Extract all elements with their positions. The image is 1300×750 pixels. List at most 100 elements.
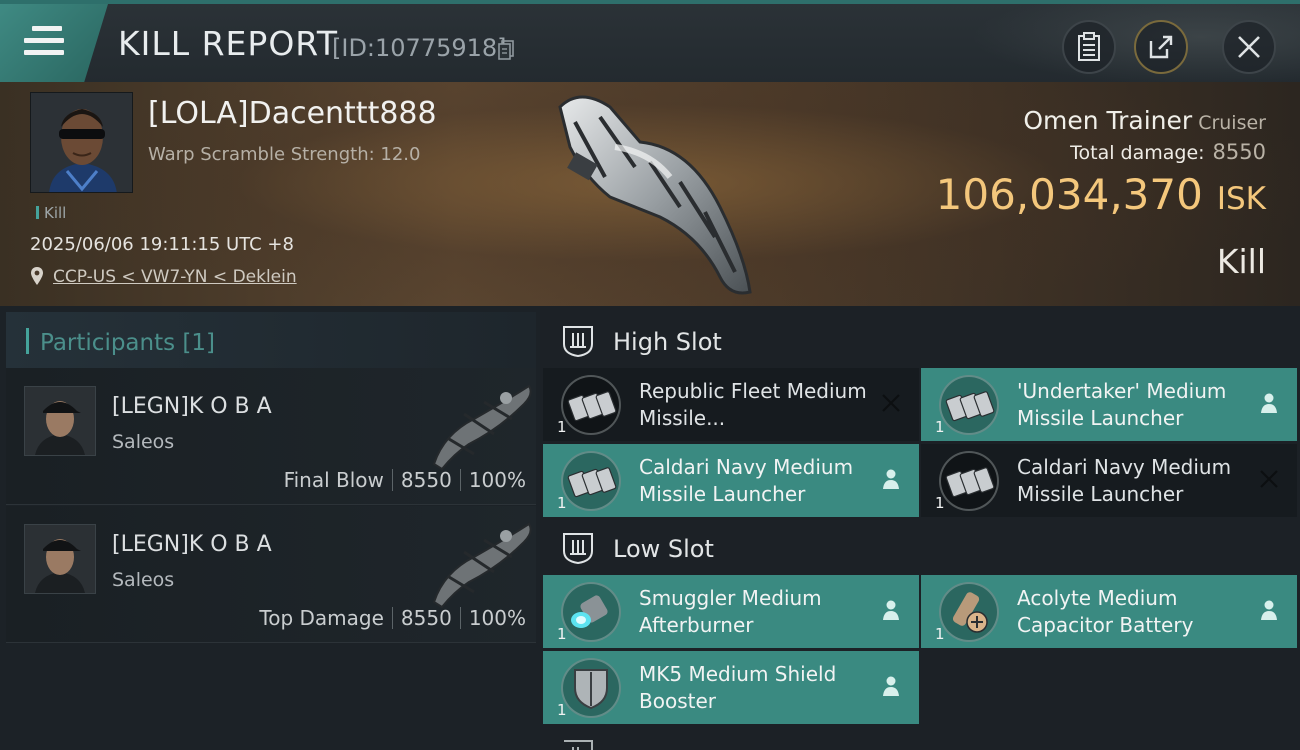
module-quantity: 1	[557, 701, 567, 719]
clipboard-button[interactable]	[1062, 20, 1116, 74]
module-name: Acolyte Medium Capacitor Battery	[1017, 586, 1194, 637]
missile-launcher-icon	[561, 375, 621, 435]
victim-pilot-name[interactable]: [LOLA]Dacenttt888	[148, 96, 437, 131]
victim-ship-image[interactable]	[540, 87, 770, 302]
participant-role: Final Blow	[283, 468, 384, 492]
kill-tag: Kill	[36, 204, 66, 222]
isk-amount: 106,034,370	[935, 170, 1203, 219]
warp-scramble-strength: Warp Scramble Strength: 12.0	[148, 144, 421, 165]
title-bar: KILL REPORT [ID:10775918]	[0, 0, 1300, 86]
isk-value: 106,034,370 ISK	[936, 170, 1266, 219]
participant-avatar[interactable]	[24, 386, 96, 456]
kill-banner: [LOLA]Dacenttt888 Warp Scramble Strength…	[0, 82, 1300, 306]
missile-launcher-icon	[939, 451, 999, 511]
next-slot-header-partial	[561, 738, 761, 750]
slot-icon	[564, 740, 593, 750]
participant-damage: 8550	[400, 468, 452, 492]
missile-launcher-icon	[561, 451, 621, 511]
page-title: KILL REPORT	[118, 24, 338, 63]
victim-ship-name[interactable]: Omen Trainer Cruiser	[1023, 106, 1266, 135]
participants-header: Participants [1]	[6, 312, 536, 370]
share-button[interactable]	[1134, 20, 1188, 74]
module-quantity: 1	[557, 418, 567, 436]
high-slot-label: High Slot	[613, 328, 722, 356]
close-icon	[1238, 36, 1260, 58]
high-slot-icon	[563, 326, 593, 358]
participants-count: [1]	[182, 330, 216, 356]
kill-datetime: 2025/06/06 19:11:15 UTC +8	[30, 234, 294, 255]
report-id: [ID:10775918]	[332, 34, 507, 62]
participant-percent: 100%	[468, 606, 526, 630]
menu-button[interactable]	[0, 4, 108, 82]
participant-avatar[interactable]	[24, 524, 96, 594]
isk-unit: ISK	[1216, 181, 1266, 217]
module-name: MK5 Medium Shield Booster	[639, 662, 837, 713]
module-item[interactable]: 1 Smuggler Medium Afterburner	[543, 575, 919, 648]
module-quantity: 1	[935, 625, 945, 643]
participant-portrait	[25, 387, 95, 455]
participants-panel: Participants [1] [LEGN]K O B A Saleos Fi…	[0, 306, 540, 750]
total-damage-label: Total damage:	[1070, 142, 1205, 164]
copy-icon[interactable]	[498, 40, 514, 60]
module-name: Caldari Navy Medium Missile Launcher	[1017, 455, 1232, 506]
victim-avatar[interactable]	[30, 92, 133, 193]
module-item[interactable]: 1 'Undertaker' Medium Missile Launcher	[921, 368, 1297, 441]
close-button[interactable]	[1222, 20, 1276, 74]
shield-booster-icon	[561, 658, 621, 718]
fitting-panel: High Slot 1 Republic Fleet Medium Missil…	[543, 306, 1300, 750]
participant-ship: Saleos	[112, 431, 175, 453]
x-mark-icon	[1260, 470, 1278, 488]
low-slot-header: Low Slot	[543, 517, 1300, 579]
participants-label: Participants	[40, 330, 176, 356]
module-item[interactable]: 1 Caldari Navy Medium Missile Launcher	[921, 444, 1297, 517]
person-icon	[1261, 600, 1277, 620]
total-damage: Total damage: 8550	[1070, 140, 1266, 164]
module-item[interactable]: 1 MK5 Medium Shield Booster	[543, 651, 919, 724]
participant-name: [LEGN]K O B A	[112, 394, 272, 419]
afterburner-icon	[561, 582, 621, 642]
participant-percent: 100%	[468, 468, 526, 492]
module-quantity: 1	[935, 418, 945, 436]
person-icon	[883, 676, 899, 696]
participant-stats: Final Blow 8550 100%	[284, 468, 526, 492]
victim-portrait	[31, 93, 132, 192]
x-mark-icon	[882, 394, 900, 412]
person-icon	[883, 469, 899, 489]
participant-ship: Saleos	[112, 569, 175, 591]
location-pin-icon	[31, 267, 43, 285]
participant-name: [LEGN]K O B A	[112, 532, 272, 557]
kill-location-link[interactable]: CCP-US < VW7-YN < Deklein	[53, 267, 297, 287]
participant-ship-image	[432, 522, 532, 608]
person-icon	[883, 600, 899, 620]
share-icon	[1149, 35, 1173, 59]
person-icon	[1261, 393, 1277, 413]
capacitor-battery-icon	[939, 582, 999, 642]
participant-role: Top Damage	[259, 606, 384, 630]
participant-damage: 8550	[400, 606, 452, 630]
module-item[interactable]: 1 Caldari Navy Medium Missile Launcher	[543, 444, 919, 517]
menu-icon	[24, 26, 64, 58]
participant-row[interactable]: [LEGN]K O B A Saleos Final Blow 8550 100%	[6, 368, 536, 505]
missile-launcher-icon	[939, 375, 999, 435]
ship-type: Omen Trainer	[1023, 106, 1193, 135]
total-damage-value: 8550	[1212, 140, 1266, 164]
clipboard-icon	[1078, 32, 1100, 61]
participant-ship-image	[432, 384, 532, 470]
participants-header-accent	[26, 328, 29, 354]
module-item[interactable]: 1 Acolyte Medium Capacitor Battery	[921, 575, 1297, 648]
module-item[interactable]: 1 Republic Fleet Medium Missile...	[543, 368, 919, 441]
module-name: Caldari Navy Medium Missile Launcher	[639, 455, 854, 506]
module-name: 'Undertaker' Medium Missile Launcher	[1017, 379, 1227, 430]
participants-title: Participants [1]	[40, 330, 215, 356]
module-quantity: 1	[557, 625, 567, 643]
participant-portrait	[25, 525, 95, 593]
participant-stats: Top Damage 8550 100%	[259, 606, 526, 630]
low-slot-icon	[563, 533, 593, 565]
low-slot-label: Low Slot	[613, 535, 714, 563]
high-slot-header: High Slot	[543, 310, 1300, 372]
module-name: Smuggler Medium Afterburner	[639, 586, 822, 637]
module-quantity: 1	[557, 494, 567, 512]
module-name: Republic Fleet Medium Missile...	[639, 379, 867, 430]
participant-row[interactable]: [LEGN]K O B A Saleos Top Damage 8550 100%	[6, 506, 536, 643]
kill-result: Kill	[1216, 242, 1266, 281]
